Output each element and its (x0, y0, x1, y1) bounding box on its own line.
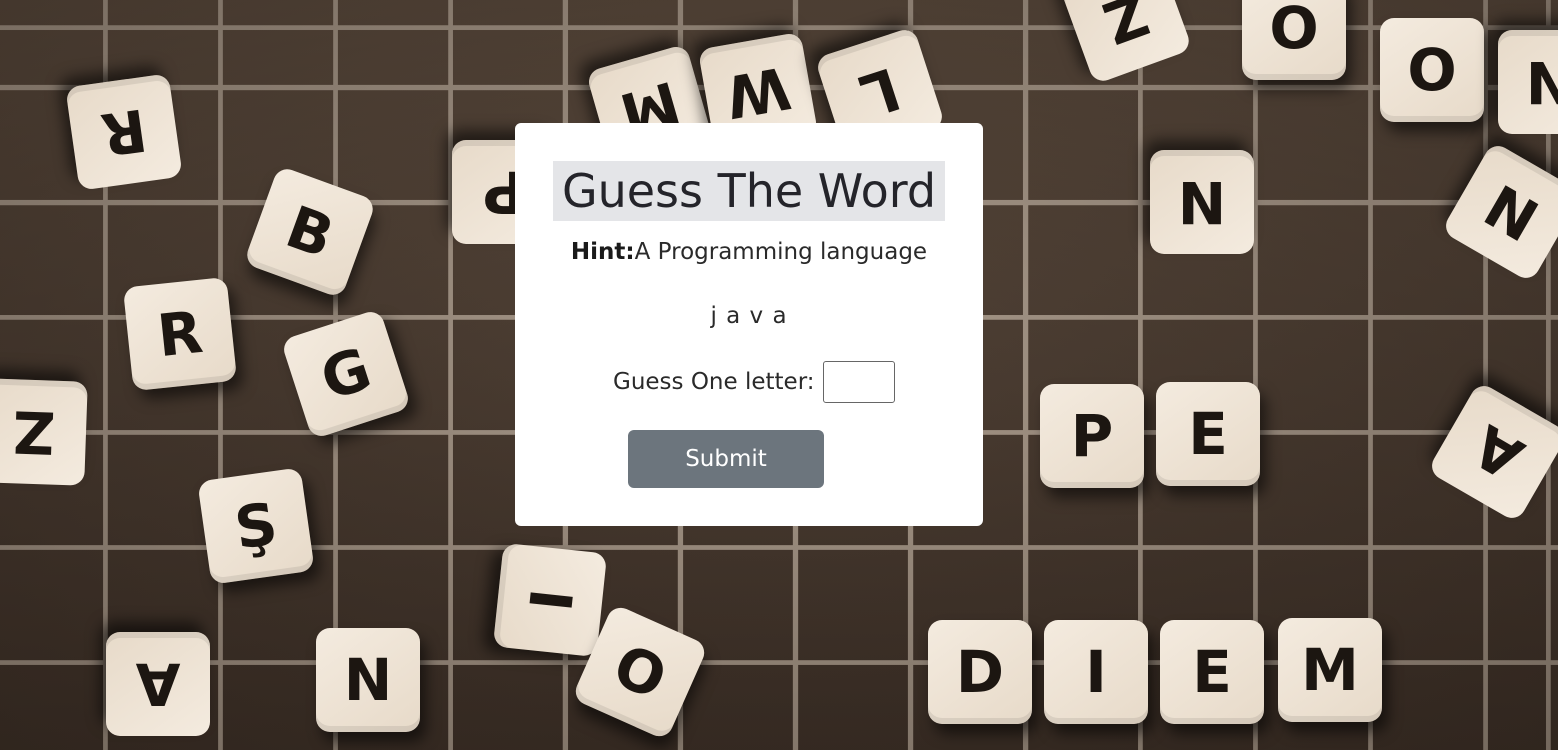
letter-tile: O (1242, 0, 1346, 80)
letter-tile: G (280, 308, 412, 440)
hint-line: Hint:A Programming language (515, 239, 983, 265)
hint-text: A Programming language (634, 239, 928, 265)
letter-tile: B (243, 165, 377, 299)
submit-button[interactable]: Submit (628, 430, 824, 488)
letter-tile: N (316, 628, 420, 732)
letter-tile: P (1040, 384, 1144, 488)
letter-tile: Z (0, 378, 88, 486)
guess-letter-input[interactable] (822, 361, 895, 403)
letter-tile: N (1440, 140, 1558, 284)
guess-row: Guess One letter: (613, 359, 895, 405)
letter-tile: N (1498, 30, 1558, 134)
page-title: Guess The Word (553, 161, 945, 221)
hint-label: Hint: (570, 239, 635, 265)
letter-tile: I (492, 542, 608, 658)
letter-tile: O (1380, 18, 1484, 122)
letter-tile: E (1156, 382, 1260, 486)
letter-tile: A (1426, 380, 1558, 524)
letter-tile: M (1278, 618, 1382, 722)
letter-tile: Z (1059, 0, 1193, 85)
game-card: Guess The Word Hint:A Programming langua… (515, 123, 983, 526)
letter-tile: N (1150, 150, 1254, 254)
letter-tile: D (928, 620, 1032, 724)
guess-label: Guess One letter: (613, 369, 815, 395)
letter-tile: R (65, 73, 183, 191)
revealed-word: j a v a (710, 303, 788, 329)
letter-tile: R (122, 276, 238, 392)
letter-tile: A (106, 632, 210, 736)
letter-tile: E (1160, 620, 1264, 724)
letter-tile: I (1044, 620, 1148, 724)
letter-tile: Ş (197, 467, 315, 585)
